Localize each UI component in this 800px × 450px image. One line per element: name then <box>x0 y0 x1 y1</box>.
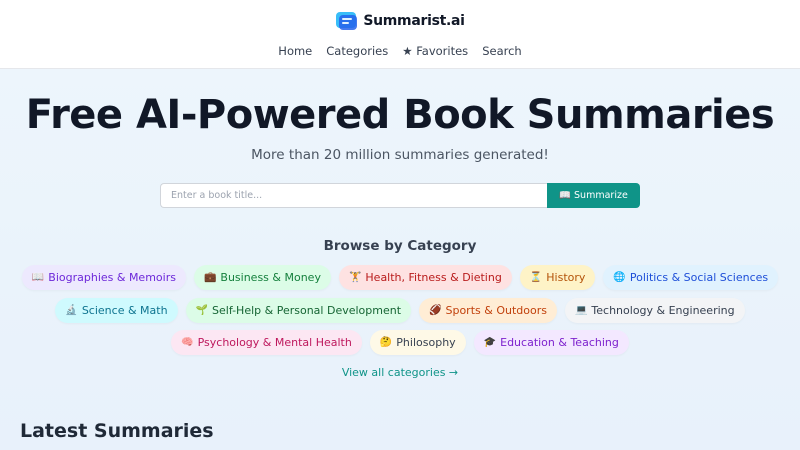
book-icon: 📖 <box>559 190 572 201</box>
thinking-face-icon: 🤔 <box>379 337 393 348</box>
category-label: Politics & Social Sciences <box>629 271 769 284</box>
category-label: Biographies & Memoirs <box>48 271 176 284</box>
category-psychology-mental-health[interactable]: 🧠 Psychology & Mental Health <box>171 330 362 355</box>
nav-favorites[interactable]: ★ Favorites <box>395 44 475 58</box>
category-health-fitness-dieting[interactable]: 🏋 Health, Fitness & Dieting <box>338 265 512 290</box>
category-label: Education & Teaching <box>500 336 619 349</box>
category-row: 🧠 Psychology & Mental Health 🤔 Philosoph… <box>0 330 800 355</box>
category-row: 🔬 Science & Math 🌱 Self-Help & Personal … <box>0 298 800 323</box>
category-politics-social-sciences[interactable]: 🌐 Politics & Social Sciences <box>603 265 779 290</box>
microscope-icon: 🔬 <box>65 305 78 316</box>
hero-subtitle: More than 20 million summaries generated… <box>251 147 549 163</box>
category-label: History <box>546 271 586 284</box>
hourglass-icon: ⏳ <box>529 272 543 283</box>
category-label: Technology & Engineering <box>591 304 735 317</box>
site-logo[interactable]: Summarist.ai <box>0 10 800 32</box>
browse-title: Browse by Category <box>323 238 477 254</box>
book-title-input[interactable] <box>160 183 547 208</box>
summarize-button-label: Summarize <box>574 190 628 201</box>
category-label: Science & Math <box>81 304 168 317</box>
graduation-cap-icon: 🎓 <box>483 337 497 348</box>
laptop-icon: 💻 <box>574 305 588 316</box>
latest-summaries-heading: Latest Summaries <box>20 420 214 442</box>
site-header: Summarist.ai Home Categories ★ Favorites… <box>0 0 800 69</box>
globe-icon: 🌐 <box>613 272 626 283</box>
view-all-categories-link[interactable]: View all categories → <box>0 366 800 379</box>
football-icon: 🏈 <box>429 305 442 316</box>
category-label: Health, Fitness & Dieting <box>365 271 502 284</box>
main-nav: Home Categories ★ Favorites Search <box>0 44 800 58</box>
category-self-help[interactable]: 🌱 Self-Help & Personal Development <box>185 298 412 323</box>
category-education-teaching[interactable]: 🎓 Education & Teaching <box>473 330 629 355</box>
category-label: Psychology & Mental Health <box>197 336 352 349</box>
nav-search[interactable]: Search <box>475 44 529 58</box>
category-science-math[interactable]: 🔬 Science & Math <box>55 298 178 323</box>
category-philosophy[interactable]: 🤔 Philosophy <box>369 330 466 355</box>
weightlifter-icon: 🏋 <box>348 272 362 283</box>
nav-categories[interactable]: Categories <box>319 44 395 58</box>
category-sports-outdoors[interactable]: 🏈 Sports & Outdoors <box>419 298 557 323</box>
category-business-money[interactable]: 💼 Business & Money <box>193 265 331 290</box>
logo-text: Summarist.ai <box>363 13 465 29</box>
summarize-button[interactable]: 📖 Summarize <box>547 183 640 208</box>
nav-home[interactable]: Home <box>271 44 319 58</box>
seedling-icon: 🌱 <box>195 305 209 316</box>
category-label: Self-Help & Personal Development <box>212 304 402 317</box>
category-label: Sports & Outdoors <box>445 304 547 317</box>
hero-title: Free AI-Powered Book Summaries <box>25 92 775 138</box>
category-label: Philosophy <box>396 336 456 349</box>
book-icon: 📖 <box>31 272 45 283</box>
category-biographies-memoirs[interactable]: 📖 Biographies & Memoirs <box>21 265 186 290</box>
category-row: 📖 Biographies & Memoirs 💼 Business & Mon… <box>0 265 800 290</box>
category-history[interactable]: ⏳ History <box>519 265 596 290</box>
brain-icon: 🧠 <box>181 337 194 348</box>
logo-icon <box>336 12 358 30</box>
summary-search-form: 📖 Summarize <box>160 183 640 208</box>
category-label: Business & Money <box>220 271 321 284</box>
category-technology-engineering[interactable]: 💻 Technology & Engineering <box>564 298 745 323</box>
briefcase-icon: 💼 <box>203 272 217 283</box>
